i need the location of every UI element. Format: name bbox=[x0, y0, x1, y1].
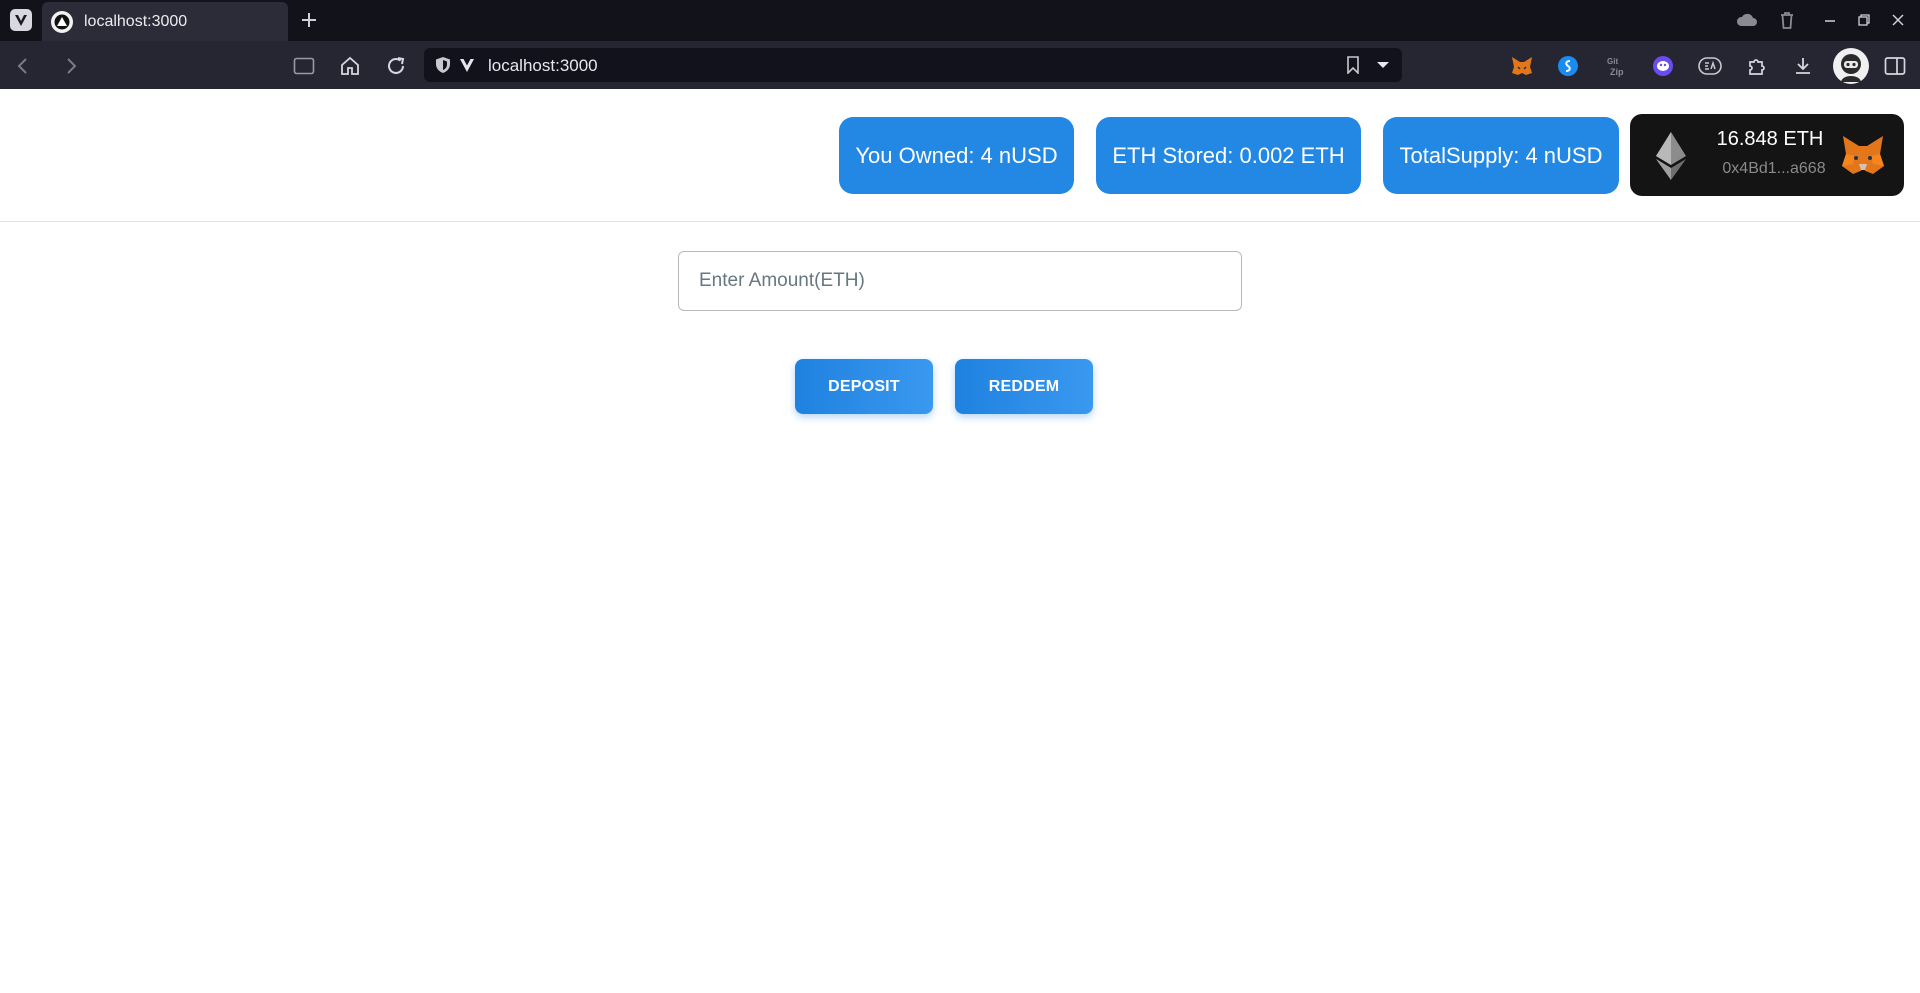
minimize-icon[interactable] bbox=[1818, 8, 1842, 32]
eth-stored-badge: ETH Stored: 0.002 ETH bbox=[1096, 117, 1361, 194]
ea-extension-icon[interactable] bbox=[1697, 53, 1723, 79]
download-icon[interactable] bbox=[1790, 53, 1816, 79]
profile-avatar-icon[interactable] bbox=[1832, 47, 1870, 85]
redeem-button[interactable]: REDDEM bbox=[955, 359, 1093, 414]
vivaldi-v-icon[interactable] bbox=[458, 56, 476, 74]
bookmark-icon[interactable] bbox=[1344, 56, 1362, 74]
back-icon[interactable] bbox=[10, 53, 36, 79]
wallet-connect-button[interactable]: 16.848 ETH 0x4Bd1...a668 bbox=[1630, 114, 1904, 196]
new-tab-icon[interactable] bbox=[297, 8, 321, 32]
owned-balance-badge: You Owned: 4 nUSD bbox=[839, 117, 1074, 194]
vivaldi-menu-icon[interactable] bbox=[10, 9, 32, 31]
reload-icon[interactable] bbox=[383, 53, 409, 79]
browser-nav-bar: localhost:3000 Git Zip bbox=[0, 41, 1920, 89]
svg-text:Git: Git bbox=[1607, 57, 1618, 66]
sidebar-toggle-icon[interactable] bbox=[1882, 53, 1908, 79]
panel-toggle-icon[interactable] bbox=[291, 53, 317, 79]
sync-cloud-icon[interactable] bbox=[1735, 8, 1759, 32]
gitzip-extension-icon[interactable]: Git Zip bbox=[1603, 53, 1629, 79]
amount-input[interactable] bbox=[678, 251, 1242, 311]
dropdown-icon[interactable] bbox=[1374, 56, 1392, 74]
home-icon[interactable] bbox=[337, 53, 363, 79]
shield-icon[interactable] bbox=[434, 56, 452, 74]
url-text[interactable]: localhost:3000 bbox=[488, 56, 598, 76]
total-supply-badge: TotalSupply: 4 nUSD bbox=[1383, 117, 1619, 194]
metamask-fox-icon bbox=[1842, 136, 1884, 174]
tab-title: localhost:3000 bbox=[84, 13, 188, 30]
trash-icon[interactable] bbox=[1775, 8, 1799, 32]
close-icon[interactable] bbox=[1886, 8, 1910, 32]
deposit-button[interactable]: DEPOSIT bbox=[795, 359, 933, 414]
browser-tab-bar: localhost:3000 bbox=[0, 0, 1920, 41]
tab-favicon-icon bbox=[51, 11, 73, 33]
app-header: You Owned: 4 nUSD ETH Stored: 0.002 ETH … bbox=[0, 89, 1920, 222]
svg-text:Zip: Zip bbox=[1610, 67, 1624, 77]
address-bar[interactable]: localhost:3000 bbox=[424, 48, 1402, 82]
forward-icon[interactable] bbox=[58, 53, 84, 79]
restore-icon[interactable] bbox=[1852, 8, 1876, 32]
dapp-page: You Owned: 4 nUSD ETH Stored: 0.002 ETH … bbox=[0, 89, 1920, 993]
extensions-puzzle-icon[interactable] bbox=[1744, 53, 1770, 79]
tab-localhost[interactable]: localhost:3000 bbox=[42, 2, 288, 41]
shazam-extension-icon[interactable] bbox=[1555, 53, 1581, 79]
metamask-extension-icon[interactable] bbox=[1509, 53, 1535, 79]
ghost-extension-icon[interactable] bbox=[1650, 53, 1676, 79]
wallet-address: 0x4Bd1...a668 bbox=[1722, 160, 1826, 177]
wallet-balance: 16.848 ETH bbox=[1716, 128, 1824, 150]
